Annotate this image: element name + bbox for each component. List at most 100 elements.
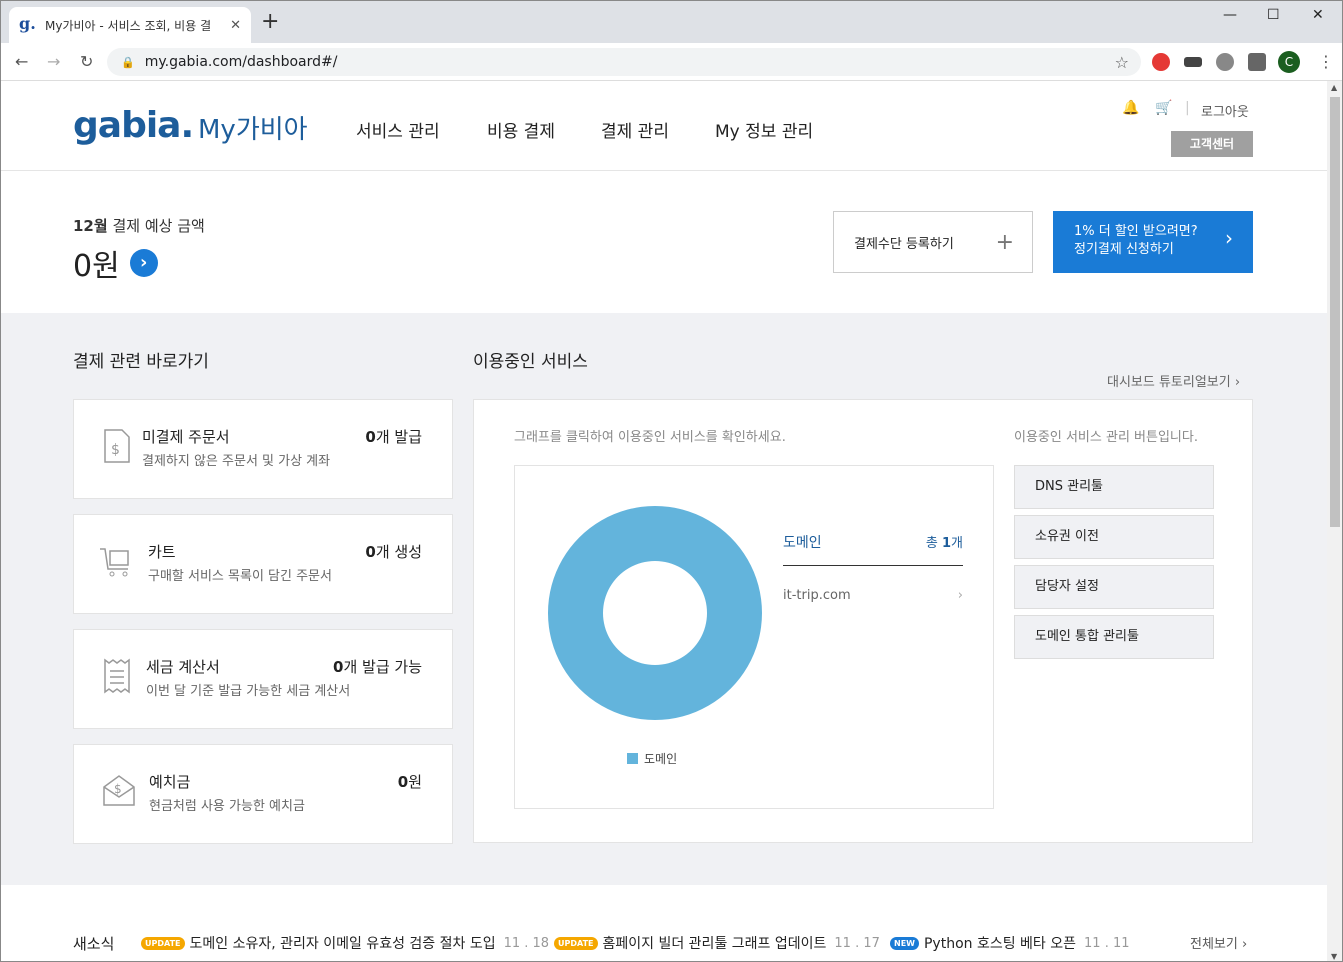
card-count: 0 [365,428,376,446]
site-header: gabia. My가비아 서비스 관리 비용 결제 결제 관리 My 정보 관리… [1,81,1327,171]
browser-window: g. My가비아 - 서비스 조회, 비용 결 ✕ + — ☐ ✕ ← → ↻ … [0,0,1343,962]
incognito-extension-icon[interactable] [1184,57,1202,67]
card-unit: 개 발급 가능 [343,658,422,676]
service-donut-chart[interactable] [535,500,775,740]
view-all-label: 전체보기 [1190,937,1238,952]
new-badge: NEW [890,936,919,950]
cart-icon [100,548,129,577]
tab-bar: g. My가비아 - 서비스 조회, 비용 결 ✕ + — ☐ ✕ [1,1,1342,43]
card-count: 0 [333,658,344,676]
cart-icon[interactable]: 🛒 [1155,100,1172,116]
domain-total: 총 1개 [926,532,963,551]
menu-billing[interactable]: 비용 결제 [487,117,555,142]
unpaid-orders-card[interactable]: $ 미결제 주문서 결제하지 않은 주문서 및 가상 계좌 0개 발급 [73,399,453,499]
page-scrollbar[interactable]: ▲ ▼ [1327,81,1342,961]
maximize-icon[interactable]: ☐ [1267,7,1280,23]
adblock-extension-icon[interactable] [1152,53,1170,71]
card-subtitle: 결제하지 않은 주문서 및 가상 계좌 [142,454,331,469]
legend-label: 도메인 [644,752,678,766]
estimated-payment-label: 12월 결제 예상 금액 [73,215,205,236]
ownership-transfer-button[interactable]: 소유권 이전 [1014,515,1214,559]
site-name[interactable]: My가비아 [198,109,308,146]
card-unit: 개 생성 [375,543,422,561]
minimize-icon[interactable]: — [1223,7,1237,23]
chevron-right-icon: › [1225,226,1233,250]
dns-manager-button[interactable]: DNS 관리툴 [1014,465,1214,509]
scrollbar-thumb[interactable] [1330,97,1340,527]
legend-swatch [627,753,638,764]
new-tab-button[interactable]: + [261,11,279,33]
menu-payment-management[interactable]: 결제 관리 [601,117,669,142]
domain-name: it-trip.com [783,588,851,603]
domain-integrated-manager-button[interactable]: 도메인 통합 관리툴 [1014,615,1214,659]
scroll-up-icon[interactable]: ▲ [1331,83,1337,92]
reload-icon[interactable]: ↻ [80,52,93,71]
back-icon[interactable]: ← [15,52,28,71]
chart-legend: 도메인 [627,750,677,767]
recurring-payment-button[interactable]: 1% 더 할인 받으려면? 정기결제 신청하기 › [1053,211,1253,273]
puzzle-extensions-icon[interactable] [1248,53,1266,71]
view-all-news-link[interactable]: 전체보기 › [1190,933,1247,952]
buttons-hint: 이용중인 서비스 관리 버튼입니다. [1014,430,1198,445]
news-item[interactable]: UPDATE 홈페이지 빌더 관리툴 그래프 업데이트 11 . 17 [554,933,880,953]
receipt-icon [104,658,130,694]
bookmark-star-icon[interactable]: ☆ [1115,53,1129,72]
news-text: 도메인 소유자, 관리자 이메일 유효성 검증 절차 도입 [189,936,496,952]
svg-text:$: $ [111,442,120,458]
plus-icon: + [995,229,1014,255]
page-content: gabia. My가비아 서비스 관리 비용 결제 결제 관리 My 정보 관리… [1,81,1327,961]
card-subtitle: 이번 달 기준 발급 가능한 세금 계산서 [146,684,351,699]
card-value: 0원 [398,771,422,792]
deposit-card[interactable]: $ 예치금 현금처럼 사용 가능한 예치금 0원 [73,744,453,844]
domain-header: 도메인 총 1개 [783,532,963,566]
register-payment-method-button[interactable]: 결제수단 등록하기 + [833,211,1033,273]
card-count: 0 [365,543,376,561]
news-text: 홈페이지 빌더 관리툴 그래프 업데이트 [602,936,827,952]
menu-service-management[interactable]: 서비스 관리 [356,117,440,142]
share-extension-icon[interactable] [1216,53,1234,71]
tutorial-link[interactable]: 대시보드 튜토리얼보기 › [1107,371,1240,390]
gabia-favicon-icon: g. [19,14,36,33]
estimate-text: 결제 예상 금액 [112,217,205,235]
cart-card[interactable]: 카트 구매할 서비스 목록이 담긴 주문서 0개 생성 [73,514,453,614]
menu-my-info[interactable]: My 정보 관리 [715,117,813,142]
card-subtitle: 구매할 서비스 목록이 담긴 주문서 [148,569,332,584]
chevron-right-icon[interactable]: › [129,249,158,277]
estimate-month: 12월 [73,217,108,235]
url-bar[interactable]: 🔒 my.gabia.com/dashboard#/ ☆ [107,48,1141,76]
divider: | [1185,100,1190,116]
chart-hint: 그래프를 클릭하여 이용중인 서비스를 확인하세요. [514,430,786,445]
gabia-logo[interactable]: gabia. [73,105,194,146]
customer-center-button[interactable]: 고객센터 [1171,131,1253,157]
chevron-right-icon: › [957,588,963,603]
service-chart-box: 도메인 도메인 총 1개 it-trip.com › [514,465,994,809]
shortcuts-title: 결제 관련 바로가기 [73,352,209,372]
estimated-amount: 0원 › [73,241,158,285]
services-panel: 그래프를 클릭하여 이용중인 서비스를 확인하세요. 이용중인 서비스 관리 버… [473,399,1253,843]
browser-tab[interactable]: g. My가비아 - 서비스 조회, 비용 결 ✕ [9,7,251,43]
news-text: Python 호스팅 베타 오픈 [923,936,1077,952]
bell-icon[interactable]: 🔔 [1122,100,1139,116]
news-item[interactable]: UPDATE 도메인 소유자, 관리자 이메일 유효성 검증 절차 도입 11 . … [141,933,549,953]
card-title: 세금 계산서 [146,658,220,676]
services-title: 이용중인 서비스 [473,352,588,372]
tutorial-label: 대시보드 튜토리얼보기 [1107,375,1231,390]
amount-value: 0원 [73,249,120,284]
lock-icon: 🔒 [121,55,135,69]
domain-list-item[interactable]: it-trip.com › [783,588,963,603]
card-title: 예치금 [149,773,191,791]
card-value: 0개 발급 [365,426,422,447]
news-item[interactable]: NEW Python 호스팅 베타 오픈 11 . 11 [890,933,1130,953]
menu-kebab-icon[interactable]: ⋮ [1318,52,1334,71]
scroll-down-icon[interactable]: ▼ [1331,952,1337,961]
donut-slice-도메인[interactable] [547,506,762,720]
contact-settings-button[interactable]: 담당자 설정 [1014,565,1214,609]
close-window-icon[interactable]: ✕ [1312,7,1324,23]
profile-avatar[interactable]: C [1278,51,1300,73]
close-tab-icon[interactable]: ✕ [230,18,241,33]
card-unit: 원 [408,773,422,791]
logout-link[interactable]: 로그아웃 [1201,101,1249,120]
forward-icon[interactable]: → [47,52,60,71]
register-payment-label: 결제수단 등록하기 [854,236,954,252]
tax-invoice-card[interactable]: 세금 계산서 이번 달 기준 발급 가능한 세금 계산서 0개 발급 가능 [73,629,453,729]
